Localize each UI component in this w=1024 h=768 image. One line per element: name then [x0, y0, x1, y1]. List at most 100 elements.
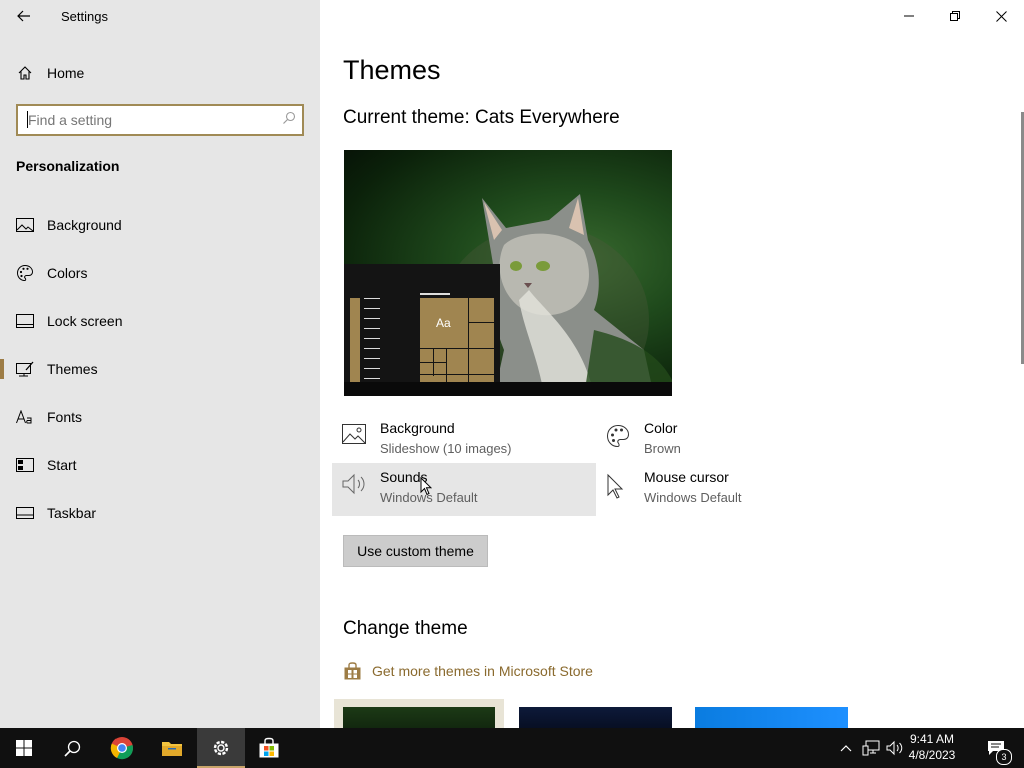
chrome-icon — [110, 737, 133, 760]
back-button[interactable] — [8, 0, 40, 32]
taskbar-file-explorer[interactable] — [148, 728, 196, 768]
preview-tile-label: Aa — [436, 316, 451, 330]
restore-icon — [950, 11, 960, 21]
current-theme-heading: Current theme: Cats Everywhere — [343, 107, 620, 128]
action-center-button[interactable]: 3 — [978, 728, 1014, 768]
store-bag-icon — [259, 737, 279, 758]
preview-window: Aa — [344, 264, 500, 396]
preview-header-line — [420, 293, 450, 295]
start-button[interactable] — [0, 728, 48, 768]
minimize-button[interactable] — [886, 0, 932, 32]
sidebar-item-label: Lock screen — [47, 313, 123, 329]
setting-title: Color — [644, 420, 678, 436]
theme-thumbnail-dark[interactable] — [519, 707, 672, 728]
theme-thumbnail-cats[interactable] — [334, 699, 504, 728]
setting-title: Mouse cursor — [644, 469, 729, 485]
taskbar-search-button[interactable] — [48, 728, 96, 768]
preview-start-column — [350, 298, 360, 382]
preview-tiles: Aa — [420, 298, 494, 384]
show-hidden-icons-button[interactable] — [836, 728, 856, 768]
network-icon — [862, 740, 880, 756]
minimize-icon — [904, 15, 914, 17]
lock-screen-icon — [16, 312, 34, 330]
taskbar-clock[interactable]: 9:41 AM 4/8/2023 — [902, 731, 962, 763]
picture-icon — [16, 216, 34, 234]
use-custom-theme-button[interactable]: Use custom theme — [343, 535, 488, 567]
setting-value: Windows Default — [644, 490, 742, 505]
speaker-icon — [342, 473, 368, 500]
taskbar-settings[interactable] — [197, 728, 245, 768]
network-button[interactable] — [860, 728, 882, 768]
preview-taskbar — [344, 382, 672, 396]
tile-divider — [468, 298, 469, 384]
search-placeholder: Find a setting — [28, 112, 113, 128]
preview-list-lines — [364, 293, 380, 383]
sidebar-item-label: Colors — [47, 265, 88, 281]
themes-icon — [16, 360, 34, 378]
section-title: Personalization — [16, 158, 120, 174]
back-arrow-icon — [17, 10, 30, 22]
home-icon — [16, 64, 34, 82]
taskbar: 9:41 AM 4/8/2023 3 — [0, 728, 1024, 768]
theme-preview: Aa — [344, 150, 672, 396]
theme-background-setting[interactable]: Background Slideshow (10 images) — [332, 414, 596, 467]
taskbar-icon — [16, 504, 34, 522]
restore-button[interactable] — [932, 0, 978, 32]
clock-time: 9:41 AM — [909, 732, 955, 746]
palette-icon — [16, 264, 34, 282]
clock-date: 4/8/2023 — [908, 748, 956, 762]
store-bag-icon — [344, 661, 361, 679]
taskbar-chrome[interactable] — [98, 728, 146, 768]
cursor-icon — [606, 473, 626, 504]
sidebar-item-start[interactable]: Start — [0, 445, 320, 485]
tile-divider — [420, 374, 494, 375]
sidebar-item-label: Background — [47, 217, 122, 233]
sidebar-item-background[interactable]: Background — [0, 205, 320, 245]
tile-divider — [420, 348, 494, 349]
fonts-icon — [16, 408, 34, 426]
chevron-up-icon — [840, 745, 852, 752]
picture-icon — [342, 424, 366, 449]
sidebar-item-lock-screen[interactable]: Lock screen — [0, 301, 320, 341]
sidebar-item-fonts[interactable]: Fonts — [0, 397, 320, 437]
close-button[interactable] — [978, 0, 1024, 32]
windows-logo-icon — [16, 740, 32, 756]
sidebar-item-label: Fonts — [47, 409, 83, 425]
settings-sidebar: Settings Home Find a setting Personaliza… — [0, 0, 320, 728]
window-title: Settings — [61, 9, 108, 24]
taskbar-microsoft-store[interactable] — [245, 728, 293, 768]
mouse-pointer-icon — [420, 477, 432, 496]
start-icon — [16, 456, 34, 474]
search-input[interactable]: Find a setting — [16, 104, 304, 136]
theme-mouse-cursor-setting[interactable]: Mouse cursor Windows Default — [596, 463, 860, 516]
theme-sounds-setting[interactable]: Sounds Windows Default — [332, 463, 596, 516]
notification-count-badge: 3 — [996, 749, 1012, 765]
sidebar-item-label: Home — [47, 65, 85, 81]
themes-page: Themes Current theme: Cats Everywhere Aa — [320, 0, 1024, 728]
tile-divider — [446, 348, 447, 384]
store-link[interactable]: Get more themes in Microsoft Store — [343, 660, 593, 682]
search-icon — [63, 740, 80, 757]
search-icon — [282, 111, 296, 130]
change-theme-heading: Change theme — [343, 618, 468, 639]
sidebar-item-label: Start — [47, 457, 77, 473]
sidebar-item-label: Themes — [47, 361, 98, 377]
page-title: Themes — [343, 55, 441, 85]
setting-value: Slideshow (10 images) — [380, 441, 512, 456]
gear-icon — [213, 740, 229, 756]
theme-color-setting[interactable]: Color Brown — [596, 414, 860, 467]
close-icon — [995, 10, 1007, 22]
theme-thumbnail-windows[interactable] — [695, 707, 848, 728]
sidebar-item-taskbar[interactable]: Taskbar — [0, 493, 320, 533]
sidebar-item-themes[interactable]: Themes — [0, 349, 320, 389]
setting-value: Brown — [644, 441, 681, 456]
folder-icon — [162, 742, 182, 756]
theme-thumbnail-image — [343, 707, 495, 728]
sidebar-item-colors[interactable]: Colors — [0, 253, 320, 293]
palette-icon — [606, 424, 630, 453]
setting-title: Background — [380, 420, 455, 436]
tile-divider — [468, 322, 494, 323]
tile-divider — [433, 348, 434, 376]
sidebar-item-home[interactable]: Home — [0, 53, 320, 93]
store-link-label: Get more themes in Microsoft Store — [372, 663, 593, 679]
